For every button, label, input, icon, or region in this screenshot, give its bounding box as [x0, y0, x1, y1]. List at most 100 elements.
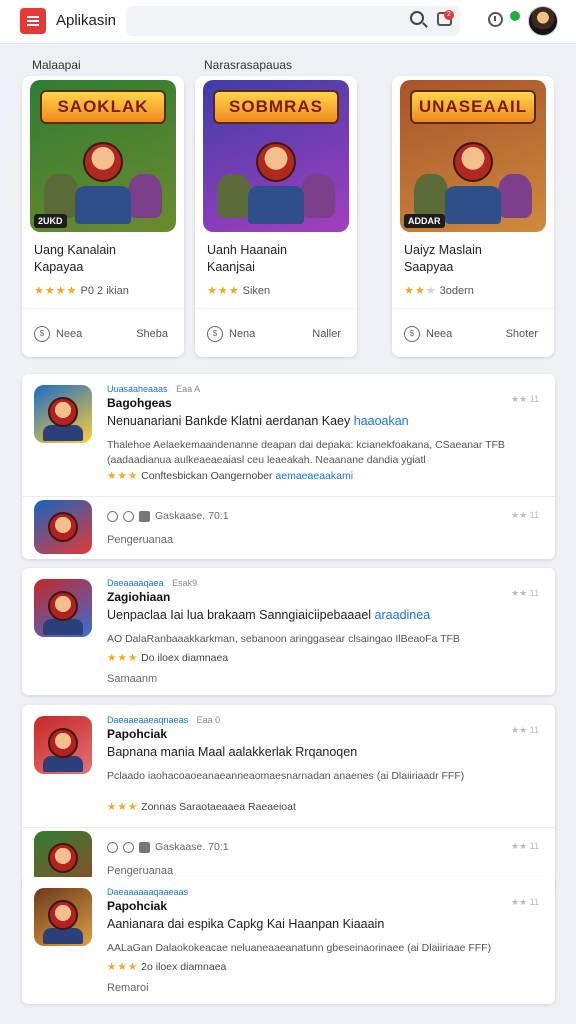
featured-action-right[interactable]: Sheba	[136, 328, 168, 340]
featured-title: Uang Kanalain Kapayaa	[34, 242, 174, 276]
app-rating: ★★★ 2o iloex diamnaea	[107, 961, 226, 973]
app-icon[interactable]	[34, 716, 92, 774]
thumbnail-tag: ADDAR	[404, 214, 445, 228]
card-footer[interactable]: Remaroi	[107, 982, 149, 994]
app-name[interactable]: Zagiohiaan	[107, 590, 170, 604]
category-label: Daeaaeaaeaqnaeas	[107, 715, 189, 725]
description-text: Uenpaclaa Iai lua brakaam Sanngiaiciipeb…	[107, 608, 375, 622]
star-rating: ★★★	[107, 801, 139, 813]
featured-rating: ★★★ Siken	[207, 284, 270, 297]
card-footer[interactable]: Samaanm	[107, 673, 157, 685]
app-description: Bapnana mania Maal aalakkerlak Rrqanoqen	[107, 745, 357, 759]
thumbnail-tag: 2UKD	[34, 214, 67, 228]
character-shape	[43, 425, 83, 441]
star-meta: ★★ 11	[511, 841, 539, 851]
hero-character	[83, 142, 123, 182]
sub-info: Gaskaase. 70:1	[107, 841, 229, 853]
app-list-card[interactable]: Uuasaaheaaas Eaa A Bagohgeas Nenuanarian…	[22, 374, 555, 559]
app-body-text: AALaGan Dalaokokeacae neluaneaaeanatunn …	[107, 942, 492, 954]
menu-icon[interactable]	[20, 8, 46, 34]
character-shape	[445, 186, 501, 224]
featured-title-line: Uanh Haanain	[207, 243, 287, 257]
sub-footer[interactable]: Pengeruanaa	[107, 534, 173, 546]
category-label: Daeaaaaqaea	[107, 578, 164, 588]
info-icon: $	[207, 326, 223, 342]
character-shape	[48, 900, 78, 930]
featured-thumbnail[interactable]: UNASEAAIL ADDAR	[400, 80, 546, 232]
app-rating: ★★★ Conftesbickan Oangernober aemaeaeaak…	[107, 470, 353, 482]
rating-text: 2o iloex diamnaea	[141, 961, 227, 973]
comment-icon	[123, 510, 134, 522]
app-list-card[interactable]: Daeaaaaqaea Esak9 Zagiohiaan Uenpaclaa I…	[22, 568, 555, 695]
featured-card[interactable]: SOBMRAS Uanh Haanain Kaanjsai ★★★ Siken …	[195, 76, 357, 357]
rating-accent[interactable]: aemaeaeaakami	[275, 470, 353, 482]
character-shape	[43, 756, 83, 772]
rating-text: Do iloex diamnaea	[141, 652, 229, 664]
category-note: Eaa A	[176, 384, 201, 394]
app-icon[interactable]	[34, 385, 92, 443]
section-label-left: Malaapai	[32, 58, 81, 72]
character-shape	[48, 512, 78, 542]
search-icon[interactable]	[410, 11, 424, 25]
character-shape	[43, 619, 83, 635]
character-shape	[48, 728, 78, 758]
chat-icon	[107, 510, 118, 522]
app-list-card[interactable]: Daeaaeaaeaqnaeas Eaa 0 Papohciak Bapnana…	[22, 705, 555, 890]
app-body-text: AO DalaRanbaaakkarkman, sebanoon aringga…	[107, 633, 460, 645]
app-category: Daeaaeaaeaqnaeas Eaa 0	[107, 715, 220, 725]
featured-title: Uanh Haanain Kaanjsai	[207, 242, 347, 276]
app-name[interactable]: Papohciak	[107, 899, 167, 913]
featured-action-left[interactable]: $ Nena	[207, 326, 255, 342]
avatar[interactable]	[528, 6, 558, 36]
star-rating: ★★★	[107, 652, 139, 664]
featured-card[interactable]: UNASEAAIL ADDAR Uaiyz Maslain Saapyaa ★★…	[392, 76, 554, 357]
info-icon: $	[34, 326, 50, 342]
sub-app-icon[interactable]	[34, 500, 92, 554]
app-name[interactable]: Bagohgeas	[107, 396, 172, 410]
app-icon[interactable]	[34, 888, 92, 946]
sub-info: Gaskaase. 70:1	[107, 510, 229, 522]
comment-icon	[123, 841, 134, 853]
rating-text: Zonnas Saraotaeaaea Raeaeioat	[141, 801, 296, 813]
meta-count: 11	[529, 510, 539, 520]
meta-count: 11	[529, 588, 539, 598]
rating-text: 3odern	[439, 285, 474, 297]
character-shape	[128, 174, 162, 218]
app-rating: ★★★ Do iloex diamnaea	[107, 652, 228, 664]
featured-thumbnail[interactable]: SOBMRAS	[203, 80, 349, 232]
category-label: Uuasaaheaaas	[107, 384, 168, 394]
featured-action-left[interactable]: $ Neea	[34, 326, 82, 342]
clock-icon[interactable]	[488, 12, 503, 27]
featured-action-right[interactable]: Shoter	[506, 328, 538, 340]
status-dot	[510, 11, 520, 21]
meta-count: 11	[529, 725, 539, 735]
divider	[22, 827, 555, 828]
character-shape	[301, 174, 335, 218]
character-shape	[217, 174, 251, 218]
rating-text: Conftesbickan Oangernober	[141, 470, 276, 482]
description-text: Nenuanariani Bankde Klatni aerdanan Kaey	[107, 414, 354, 428]
game-logo: SOBMRAS	[213, 90, 339, 124]
character-shape	[48, 397, 78, 427]
featured-action-left[interactable]: $ Neea	[404, 326, 452, 342]
star-rating: ★★★	[107, 470, 139, 482]
featured-title: Uaiyz Maslain Saapyaa	[404, 242, 544, 276]
divider	[392, 308, 554, 309]
featured-action-right[interactable]: Naller	[312, 328, 341, 340]
description-text: Bapnana mania Maal aalakkerlak Rrqanoqen	[107, 745, 358, 759]
star-rating: ★★★★	[34, 285, 78, 297]
featured-title-line: Kapayaa	[34, 260, 84, 274]
star-rating: ★★★	[404, 285, 437, 297]
description-accent[interactable]: haaoakan	[354, 414, 409, 428]
star-meta: ★★ 11	[511, 897, 539, 907]
featured-thumbnail[interactable]: SAOKLAK 2UKD	[30, 80, 176, 232]
sub-footer[interactable]: Pengeruanaa	[107, 865, 173, 877]
app-body-text: Thalehoe Aelaekemaandenanne deapan dai d…	[107, 439, 505, 466]
star-meta: ★★ 11	[511, 725, 539, 735]
character-shape	[248, 186, 304, 224]
featured-card[interactable]: SAOKLAK 2UKD Uang Kanalain Kapayaa ★★★★ …	[22, 76, 184, 357]
app-list-card[interactable]: Daeaaaaaaqaaeaas Papohciak Aanianara dai…	[22, 877, 555, 1004]
description-accent[interactable]: araadinea	[375, 608, 431, 622]
app-icon[interactable]	[34, 579, 92, 637]
app-name[interactable]: Papohciak	[107, 727, 167, 741]
